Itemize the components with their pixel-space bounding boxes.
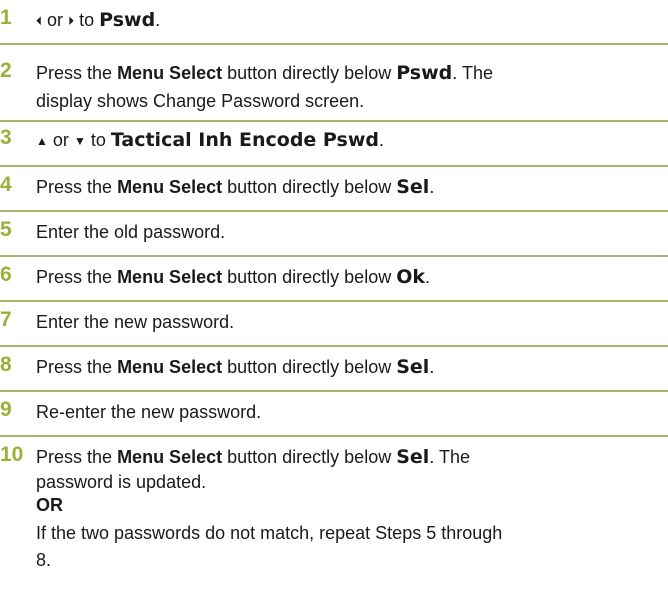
step-6: 6 Press the Menu Select button directly … (0, 257, 668, 302)
step-number: 5 (0, 218, 12, 241)
step-text: Press the Menu Select button directly be… (36, 62, 493, 84)
right-arrow-icon: ⏵ (68, 14, 75, 28)
step-number: 1 (0, 6, 12, 29)
step-9: 9 Re-enter the new password. (0, 392, 668, 437)
step-text: Enter the new password. (36, 312, 235, 332)
step-number: 2 (0, 59, 12, 82)
display-label-tactical-inh-encode-pswd: Tactical Inh Encode Pswd (110, 129, 379, 151)
display-label-sel: Sel (396, 446, 430, 468)
up-arrow-icon: ▲ (36, 134, 48, 148)
step-number: 8 (0, 353, 12, 376)
step-text: Enter the old password. (36, 222, 226, 242)
step-text: ⏴ or ⏵ to Pswd. (36, 9, 161, 31)
step-number: 4 (0, 173, 12, 196)
step-4: 4 Press the Menu Select button directly … (0, 167, 668, 212)
alternative-text: If the two passwords do not match, repea… (36, 523, 503, 543)
step-text-continued: display shows Change Password screen. (36, 91, 365, 111)
step-number: 9 (0, 398, 12, 421)
step-text: Press the Menu Select button directly be… (36, 356, 435, 378)
menu-select-button-name: Menu Select (117, 267, 223, 287)
step-number: 3 (0, 126, 12, 149)
step-text: Re-enter the new password. (36, 402, 262, 422)
display-label-ok: Ok (396, 266, 426, 288)
down-arrow-icon: ▼ (73, 134, 86, 148)
menu-select-button-name: Menu Select (117, 177, 223, 197)
display-label-pswd: Pswd (396, 62, 453, 84)
step-7: 7 Enter the new password. (0, 302, 668, 347)
menu-select-button-name: Menu Select (117, 357, 223, 377)
alternative-text-continued: 8. (36, 550, 52, 570)
left-arrow-icon: ⏴ (36, 14, 43, 28)
step-1: 1 ⏴ or ⏵ to Pswd. (0, 0, 668, 45)
step-number: 7 (0, 308, 12, 331)
step-2: 2 Press the Menu Select button directly … (0, 45, 668, 122)
step-text: Press the Menu Select button directly be… (36, 446, 471, 468)
step-3: 3 ▲ or ▼ to Tactical Inh Encode Pswd. (0, 122, 668, 167)
display-label-pswd: Pswd (99, 9, 156, 31)
menu-select-button-name: Menu Select (117, 63, 223, 83)
step-text: Press the Menu Select button directly be… (36, 266, 431, 288)
procedure-steps: 1 ⏴ or ⏵ to Pswd. 2 Press the Menu Selec… (0, 0, 668, 613)
display-label-sel: Sel (396, 176, 430, 198)
step-5: 5 Enter the old password. (0, 212, 668, 257)
step-8: 8 Press the Menu Select button directly … (0, 347, 668, 392)
step-number: 10 (0, 443, 24, 466)
or-label: OR (36, 495, 63, 515)
step-text: ▲ or ▼ to Tactical Inh Encode Pswd. (36, 129, 385, 151)
step-number: 6 (0, 263, 12, 286)
display-label-sel: Sel (396, 356, 430, 378)
step-10: 10 Press the Menu Select button directly… (0, 437, 668, 613)
step-text: Press the Menu Select button directly be… (36, 176, 435, 198)
menu-select-button-name: Menu Select (117, 447, 223, 467)
